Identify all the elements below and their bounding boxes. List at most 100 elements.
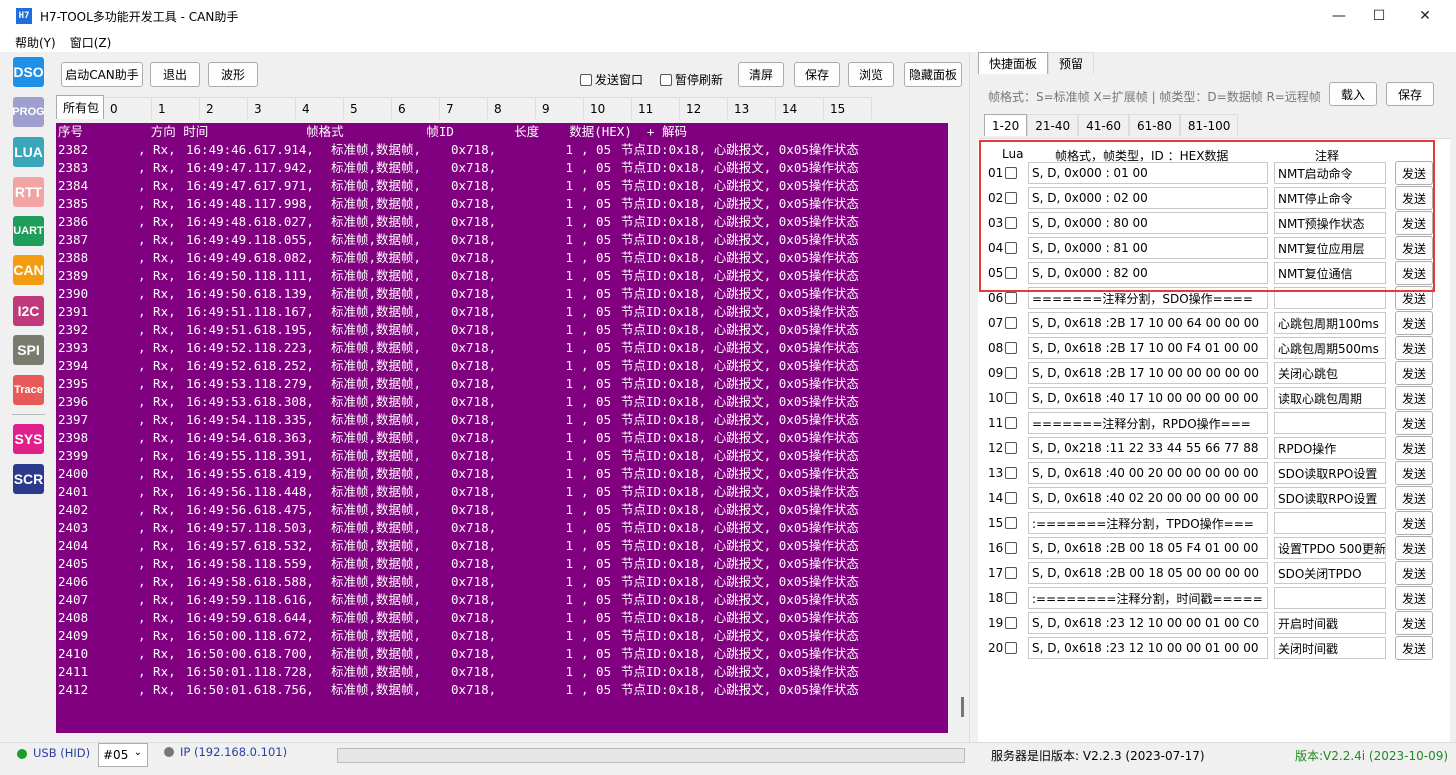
note-input[interactable]: SDO读取RPO设置 <box>1274 462 1386 484</box>
frame-input[interactable]: :=======注释分割，TPDO操作=== <box>1028 512 1268 534</box>
lua-checkbox[interactable] <box>1005 192 1017 204</box>
packet-tab-13[interactable]: 13 <box>728 97 776 119</box>
lua-checkbox[interactable] <box>1005 442 1017 454</box>
tool-uart-button[interactable]: UART <box>13 216 44 246</box>
note-input[interactable]: 设置TPDO 500更新 <box>1274 537 1386 559</box>
lua-checkbox[interactable] <box>1005 217 1017 229</box>
frame-input[interactable]: S, D, 0x000 : 02 00 <box>1028 187 1268 209</box>
range-tab-1-20[interactable]: 1-20 <box>984 114 1028 136</box>
note-input[interactable]: NMT启动命令 <box>1274 162 1386 184</box>
lua-checkbox[interactable] <box>1005 167 1017 179</box>
menu-window[interactable]: 窗口(Z) <box>70 34 112 51</box>
frame-input[interactable]: S, D, 0x618 :40 02 20 00 00 00 00 00 <box>1028 487 1268 509</box>
load-button[interactable]: 载入 <box>1329 82 1377 106</box>
send-button[interactable]: 发送 <box>1395 436 1433 460</box>
packet-tab-1[interactable]: 1 <box>152 97 200 119</box>
send-button[interactable]: 发送 <box>1395 236 1433 260</box>
send-button[interactable]: 发送 <box>1395 211 1433 235</box>
send-button[interactable]: 发送 <box>1395 386 1433 410</box>
lua-checkbox[interactable] <box>1005 267 1017 279</box>
packet-tab-all[interactable]: 所有包 <box>56 95 104 119</box>
tool-trace-button[interactable]: Trace <box>13 375 44 405</box>
lua-checkbox[interactable] <box>1005 367 1017 379</box>
frame-input[interactable]: S, D, 0x618 :23 12 10 00 00 01 00 00 <box>1028 637 1268 659</box>
frame-input[interactable]: S, D, 0x000 : 01 00 <box>1028 162 1268 184</box>
frame-input[interactable]: S, D, 0x618 :2B 17 10 00 64 00 00 00 <box>1028 312 1268 334</box>
range-tab-41-60[interactable]: 41-60 <box>1078 114 1129 136</box>
note-input[interactable]: NMT复位通信 <box>1274 262 1386 284</box>
frame-input[interactable]: S, D, 0x618 :2B 00 18 05 00 00 00 00 <box>1028 562 1268 584</box>
lua-checkbox[interactable] <box>1005 242 1017 254</box>
tool-rtt-button[interactable]: RTT <box>13 177 44 207</box>
note-input[interactable] <box>1274 412 1386 434</box>
note-input[interactable]: RPDO操作 <box>1274 437 1386 459</box>
range-tab-21-40[interactable]: 21-40 <box>1027 114 1079 136</box>
lua-checkbox[interactable] <box>1005 342 1017 354</box>
send-button[interactable]: 发送 <box>1395 511 1433 535</box>
lua-checkbox[interactable] <box>1005 567 1017 579</box>
start-can-button[interactable]: 启动CAN助手 <box>61 62 143 87</box>
port-select[interactable]: #05 ⌄ <box>98 743 148 767</box>
tab-reserved[interactable]: 预留 <box>1048 52 1095 74</box>
note-input[interactable]: NMT预操作状态 <box>1274 212 1386 234</box>
packet-tab-3[interactable]: 3 <box>248 97 296 119</box>
send-button[interactable]: 发送 <box>1395 536 1433 560</box>
note-input[interactable]: 关闭心跳包 <box>1274 362 1386 384</box>
maximize-button[interactable]: ☐ <box>1356 0 1402 32</box>
pause-refresh-checkbox[interactable] <box>660 73 672 86</box>
send-button[interactable]: 发送 <box>1395 411 1433 435</box>
lua-checkbox[interactable] <box>1005 467 1017 479</box>
log-scrollbar[interactable] <box>961 697 964 717</box>
packet-tab-7[interactable]: 7 <box>440 97 488 119</box>
menu-help[interactable]: 帮助(Y) <box>15 34 56 51</box>
packet-tab-5[interactable]: 5 <box>344 97 392 119</box>
send-button[interactable]: 发送 <box>1395 461 1433 485</box>
tab-quick-panel[interactable]: 快捷面板 <box>978 52 1049 74</box>
frame-input[interactable]: :========注释分割，时间戳===== <box>1028 587 1268 609</box>
frame-input[interactable]: S, D, 0x618 :40 00 20 00 00 00 00 00 <box>1028 462 1268 484</box>
frame-input[interactable]: S, D, 0x000 : 82 00 <box>1028 262 1268 284</box>
can-log[interactable]: 序号 方向 时间 帧格式 帧ID 长度 数据(HEX) + 解码 2382 , R… <box>56 123 948 733</box>
note-input[interactable] <box>1274 287 1386 309</box>
packet-tab-10[interactable]: 10 <box>584 97 632 119</box>
lua-checkbox[interactable] <box>1005 417 1017 429</box>
packet-tab-0[interactable]: 0 <box>104 97 152 119</box>
packet-tab-15[interactable]: 15 <box>824 97 872 119</box>
lua-checkbox[interactable] <box>1005 517 1017 529</box>
note-input[interactable] <box>1274 587 1386 609</box>
send-button[interactable]: 发送 <box>1395 611 1433 635</box>
packet-tab-6[interactable]: 6 <box>392 97 440 119</box>
packet-tab-11[interactable]: 11 <box>632 97 680 119</box>
range-tab-81-100[interactable]: 81-100 <box>1179 114 1239 136</box>
note-input[interactable]: SDO关闭TPDO <box>1274 562 1386 584</box>
tool-dso-button[interactable]: DSO <box>13 57 44 87</box>
lua-checkbox[interactable] <box>1005 392 1017 404</box>
frame-input[interactable]: S, D, 0x618 :2B 17 10 00 F4 01 00 00 <box>1028 337 1268 359</box>
tool-i2c-button[interactable]: I2C <box>13 296 44 326</box>
range-tab-61-80[interactable]: 61-80 <box>1128 114 1180 136</box>
lua-checkbox[interactable] <box>1005 542 1017 554</box>
note-input[interactable]: SDO读取RPO设置 <box>1274 487 1386 509</box>
send-button[interactable]: 发送 <box>1395 586 1433 610</box>
send-window-toggle[interactable]: 发送窗口 <box>580 71 643 88</box>
packet-tab-12[interactable]: 12 <box>680 97 728 119</box>
frame-input[interactable]: =======注释分割，RPDO操作=== <box>1028 412 1268 434</box>
send-button[interactable]: 发送 <box>1395 336 1433 360</box>
packet-tab-8[interactable]: 8 <box>488 97 536 119</box>
note-input[interactable]: 读取心跳包周期 <box>1274 387 1386 409</box>
frame-input[interactable]: S, D, 0x618 :2B 00 18 05 F4 01 00 00 <box>1028 537 1268 559</box>
save-log-button[interactable]: 保存 <box>794 62 840 87</box>
send-button[interactable]: 发送 <box>1395 286 1433 310</box>
tool-spi-button[interactable]: SPI <box>13 335 44 365</box>
send-button[interactable]: 发送 <box>1395 636 1433 660</box>
tool-sys-button[interactable]: SYS <box>13 424 44 454</box>
close-button[interactable]: ✕ <box>1402 0 1448 32</box>
save-panel-button[interactable]: 保存 <box>1386 82 1434 106</box>
lua-checkbox[interactable] <box>1005 317 1017 329</box>
send-button[interactable]: 发送 <box>1395 186 1433 210</box>
frame-input[interactable]: =======注释分割，SDO操作==== <box>1028 287 1268 309</box>
frame-input[interactable]: S, D, 0x000 : 80 00 <box>1028 212 1268 234</box>
lua-checkbox[interactable] <box>1005 492 1017 504</box>
note-input[interactable] <box>1274 512 1386 534</box>
send-button[interactable]: 发送 <box>1395 561 1433 585</box>
